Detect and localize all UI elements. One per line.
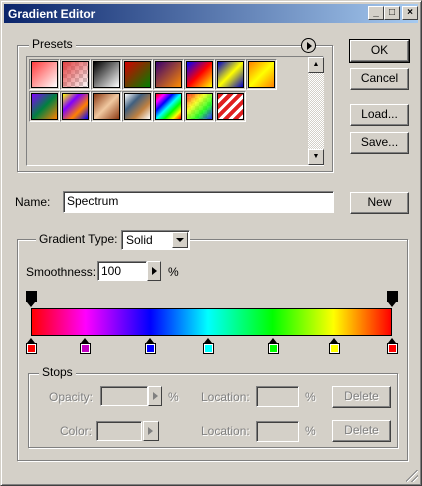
smoothness-label: Smoothness:: [26, 265, 97, 279]
color-stop[interactable]: [26, 338, 37, 354]
chevron-down-icon[interactable]: [172, 232, 188, 248]
preset-swatch[interactable]: [153, 59, 184, 90]
smoothness-unit: %: [168, 265, 179, 279]
smoothness-value: 100: [101, 264, 122, 278]
preset-swatch[interactable]: [29, 91, 60, 122]
preset-swatch[interactable]: [91, 59, 122, 90]
preset-swatch[interactable]: [122, 59, 153, 90]
ok-button[interactable]: OK: [349, 39, 410, 63]
window-title: Gradient Editor: [8, 7, 96, 21]
scroll-down-icon[interactable]: ▼: [308, 149, 324, 165]
color-stop[interactable]: [202, 338, 214, 354]
preset-swatch[interactable]: [215, 59, 246, 90]
gradient-type-select[interactable]: Solid: [121, 230, 190, 250]
maximize-button[interactable]: □: [384, 6, 400, 20]
color-location-label: Location:: [201, 424, 250, 438]
opacity-arrow-icon[interactable]: [148, 386, 162, 406]
close-button[interactable]: ×: [402, 6, 418, 20]
color-location-input[interactable]: [256, 421, 299, 442]
preset-swatch[interactable]: [184, 91, 215, 122]
color-swatch-input[interactable]: [96, 421, 142, 441]
preset-swatch[interactable]: [184, 59, 215, 90]
gradient-preview-bar[interactable]: [31, 308, 392, 336]
smoothness-input[interactable]: 100: [97, 261, 147, 281]
color-stop[interactable]: [145, 338, 157, 354]
scroll-up-icon[interactable]: ▲: [308, 57, 324, 73]
load-button[interactable]: Load...: [350, 104, 409, 126]
presets-panel: [26, 56, 324, 166]
opacity-location-unit: %: [305, 390, 316, 404]
gradient-type-value: Solid: [126, 233, 153, 247]
opacity-stop[interactable]: [387, 291, 398, 307]
opacity-unit: %: [168, 390, 179, 404]
smoothness-arrow-icon[interactable]: [147, 261, 161, 281]
preset-swatch[interactable]: [122, 91, 153, 122]
color-location-unit: %: [305, 424, 316, 438]
name-value: Spectrum: [67, 194, 119, 208]
gradient-editor-window: Gradient Editor _ □ × Presets ▲ ▼ OK Can…: [0, 0, 422, 486]
preset-swatch[interactable]: [246, 59, 277, 90]
name-field[interactable]: Spectrum: [63, 191, 334, 213]
save-button[interactable]: Save...: [350, 132, 409, 154]
preset-swatch[interactable]: [60, 91, 91, 122]
name-label: Name:: [15, 195, 51, 209]
presets-scrollbar[interactable]: ▲ ▼: [308, 57, 324, 165]
stops-label: Stops: [39, 365, 76, 379]
cancel-button[interactable]: Cancel: [350, 68, 409, 90]
opacity-delete-button[interactable]: Delete: [332, 386, 391, 408]
resize-grip-icon[interactable]: [406, 470, 418, 482]
color-label: Color:: [60, 424, 93, 438]
opacity-input[interactable]: [100, 386, 148, 406]
opacity-stop[interactable]: [26, 291, 37, 307]
preset-swatch[interactable]: [153, 91, 184, 122]
presets-menu-icon[interactable]: [301, 38, 316, 53]
preset-swatch[interactable]: [29, 59, 60, 90]
color-arrow-icon[interactable]: [143, 421, 159, 441]
opacity-location-input[interactable]: [256, 386, 299, 407]
opacity-location-label: Location:: [201, 390, 250, 404]
preset-swatch[interactable]: [60, 59, 91, 90]
opacity-label: Opacity:: [49, 390, 94, 404]
title-bar[interactable]: Gradient Editor _ □ ×: [4, 4, 418, 23]
new-button[interactable]: New: [350, 192, 409, 214]
minimize-button[interactable]: _: [368, 6, 384, 20]
preset-swatch[interactable]: [215, 91, 246, 122]
gradient-type-label: Gradient Type:: [36, 232, 121, 246]
color-stop[interactable]: [267, 338, 279, 354]
preset-swatch[interactable]: [91, 91, 122, 122]
color-stop[interactable]: [329, 338, 341, 354]
presets-label: Presets: [29, 37, 76, 51]
color-delete-button[interactable]: Delete: [332, 420, 391, 442]
color-stop[interactable]: [387, 338, 398, 354]
color-stop[interactable]: [80, 338, 92, 354]
